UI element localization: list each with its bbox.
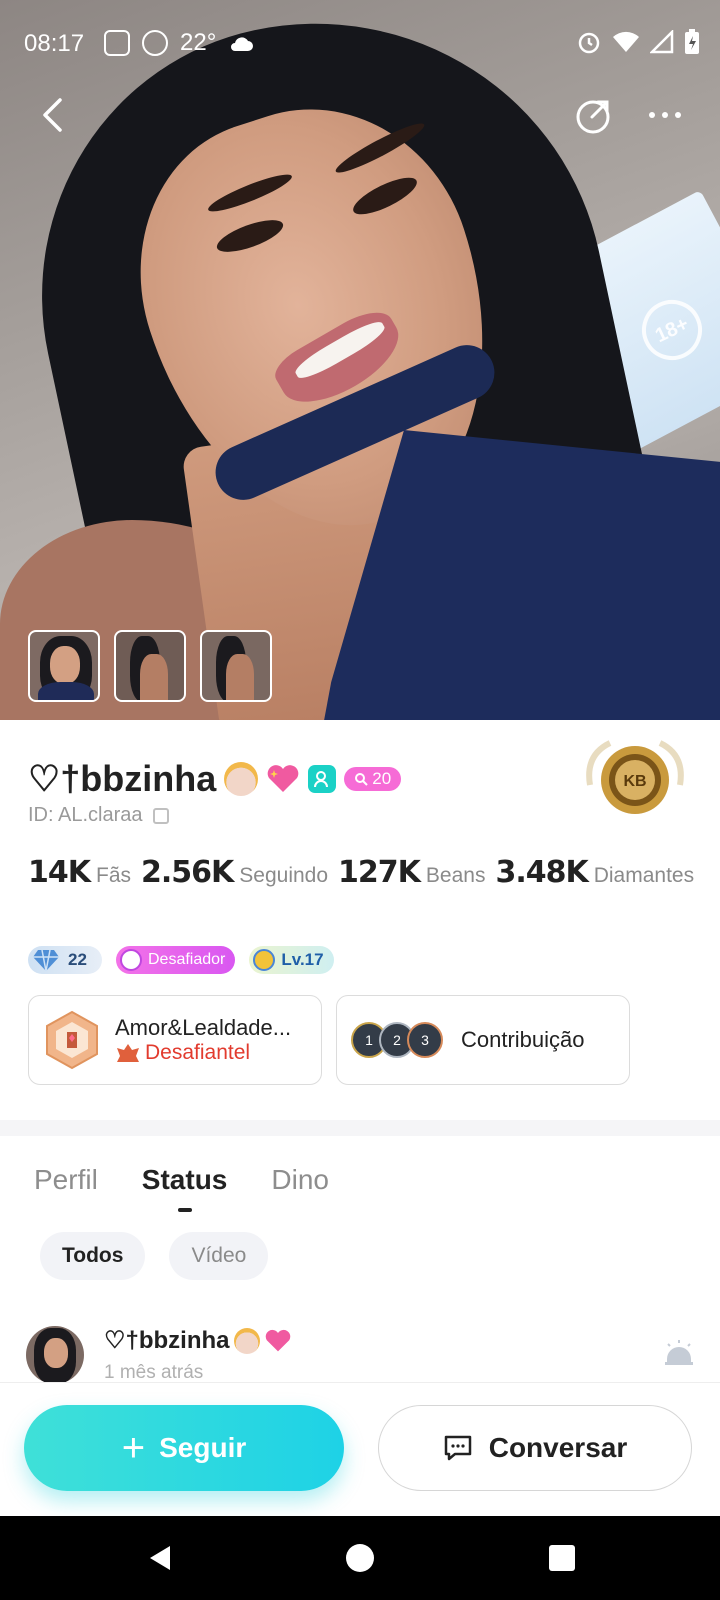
follow-button[interactable]: + Seguir (24, 1405, 344, 1491)
wifi-icon (613, 31, 639, 52)
user-id-row: ID: AL.claraa (28, 804, 169, 827)
user-level-badge: 20 (344, 767, 402, 791)
photo-thumbnail-2[interactable] (114, 630, 186, 702)
challenger-icon (120, 949, 142, 971)
top-nav (0, 90, 720, 150)
family-crest-icon (46, 1010, 98, 1070)
app-notification-icon (104, 30, 130, 56)
friend-badge-icon (308, 765, 337, 793)
diamond-level-badge[interactable]: 22 (28, 946, 102, 974)
svg-text:KB: KB (623, 773, 646, 790)
tab-perfil[interactable]: Perfil (34, 1164, 98, 1196)
following-count[interactable]: 2.56K (141, 855, 234, 890)
chip-video[interactable]: Vídeo (169, 1232, 269, 1280)
temperature-text: 22° (180, 29, 217, 56)
chat-icon (444, 1435, 471, 1461)
whatsapp-icon (142, 30, 168, 56)
family-emblem-icon (117, 1044, 139, 1062)
system-nav-bar (0, 1516, 720, 1600)
name-row: ♡†bbzinha 20 (28, 758, 402, 800)
signal-icon (650, 30, 674, 54)
challenger-badge[interactable]: Desafiador (116, 946, 236, 974)
family-card[interactable]: Amor&Lealdade... Desafiantel (28, 995, 322, 1085)
photo-thumbnail-3[interactable] (200, 630, 272, 702)
copy-icon[interactable] (152, 807, 169, 824)
tab-dino[interactable]: Dino (271, 1164, 329, 1196)
profile-info: ♡†bbzinha 20 KB ID: AL.claraa 14K Fãs 2.… (0, 720, 720, 1120)
avatar[interactable] (26, 1326, 84, 1384)
status-post[interactable]: ♡†bbzinha 1 mês atrás (26, 1326, 696, 1384)
more-horizontal-icon[interactable] (640, 90, 690, 140)
plus-icon: + (121, 1426, 146, 1470)
chevron-left-icon[interactable] (30, 90, 80, 140)
princess-emoji-icon (233, 1327, 260, 1354)
fans-count[interactable]: 14K (28, 855, 91, 890)
level-coin-icon (253, 949, 276, 971)
sparkling-heart-icon (265, 1329, 290, 1351)
following-label: Seguindo (239, 864, 329, 887)
contribution-card[interactable]: 1 2 3 Contribuição (336, 995, 630, 1085)
chat-button[interactable]: Conversar (378, 1405, 692, 1491)
profile-name: ♡†bbzinha (28, 758, 217, 799)
post-time: 1 mês atrás (104, 1362, 204, 1383)
contribution-label: Contribuição (461, 1027, 585, 1052)
filter-chips: Todos Vídeo (40, 1232, 269, 1280)
diamonds-count[interactable]: 3.48K (495, 855, 588, 890)
notification-bell-icon[interactable] (662, 1336, 696, 1370)
battery-charging-icon (685, 29, 699, 54)
family-rank: Desafiantel (145, 1041, 251, 1064)
cards-row: Amor&Lealdade... Desafiantel 1 2 3 Contr… (28, 995, 630, 1085)
chip-todos[interactable]: Todos (40, 1232, 146, 1280)
tab-status[interactable]: Status (142, 1164, 228, 1196)
nav-back-icon[interactable] (144, 1542, 176, 1574)
search-level-icon (355, 773, 368, 786)
fans-label: Fãs (96, 864, 132, 887)
photo-thumbnails (28, 630, 272, 702)
user-id: ID: AL.claraa (28, 804, 143, 826)
nav-recents-icon[interactable] (546, 1542, 578, 1574)
alarm-icon (578, 32, 600, 54)
rank-3-icon: 3 (407, 1022, 443, 1058)
family-name: Amor&Lealdade... (115, 1015, 292, 1040)
badges-row: 22 Desafiador Lv.17 (28, 946, 334, 974)
post-author: ♡†bbzinha (104, 1327, 230, 1354)
beans-label: Beans (425, 864, 486, 887)
contribution-ranks: 1 2 3 (351, 1022, 443, 1058)
beans-count[interactable]: 127K (338, 855, 421, 890)
level-badge[interactable]: Lv.17 (249, 946, 334, 974)
princess-emoji-icon (224, 762, 259, 796)
nav-home-icon[interactable] (344, 1542, 376, 1574)
diamonds-label: Diamantes (593, 864, 695, 887)
status-bar: 08:17 22° (0, 0, 720, 88)
diamond-icon (33, 949, 59, 972)
cloud-icon (231, 37, 254, 51)
status-time: 08:17 (24, 30, 85, 57)
photo-thumbnail-1[interactable] (28, 630, 100, 702)
section-divider (0, 1120, 720, 1136)
share-icon[interactable] (570, 90, 620, 140)
gold-medal-icon[interactable]: KB (580, 735, 690, 825)
stats-row: 14K Fãs 2.56K Seguindo 127K Beans 3.48K … (28, 855, 704, 890)
sparkling-heart-icon (267, 765, 299, 792)
profile-tabs: Perfil Status Dino (34, 1164, 329, 1196)
